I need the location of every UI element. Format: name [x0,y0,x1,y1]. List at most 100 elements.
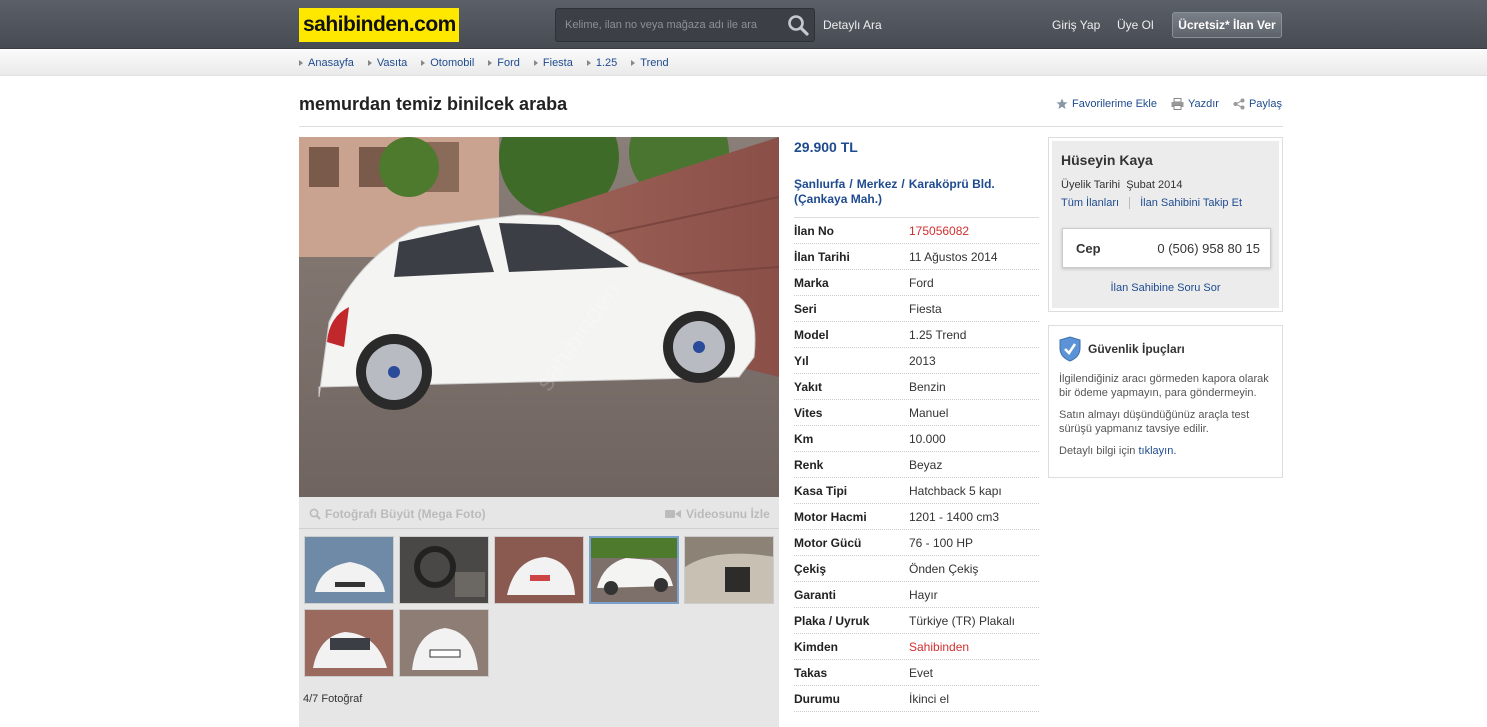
zoom-icon [309,508,321,520]
safety-header: Güvenlik İpuçları [1059,336,1272,362]
spec-row: Vites Manuel [794,400,1039,426]
ask-seller-link[interactable]: İlan Sahibine Soru Sor [1052,282,1279,294]
spec-value: 76 - 100 HP [909,535,974,550]
spec-label: Garanti [794,587,837,602]
spec-value: Ford [909,275,934,290]
breadcrumb-item[interactable]: Vasıta [367,57,407,69]
safety-more-link[interactable]: tıklayın. [1138,445,1176,457]
breadcrumb-item[interactable]: Ford [488,57,520,69]
favorite-button[interactable]: Favorilerime Ekle [1056,98,1157,110]
all-listings-link[interactable]: Tüm İlanları [1061,197,1119,209]
breadcrumb-item[interactable]: Trend [631,57,669,69]
thumbnail[interactable] [684,536,774,604]
spec-value: Manuel [909,405,949,420]
spec-row: Renk Beyaz [794,452,1039,478]
print-button[interactable]: Yazdır [1171,98,1219,110]
search-input[interactable] [556,9,781,41]
spec-row: Plaka / Uyruk Türkiye (TR) Plakalı [794,608,1039,634]
spec-value: Evet [909,665,934,680]
spec-value: Türkiye (TR) Plakalı [909,613,1016,628]
breadcrumb-item[interactable]: Anasayfa [299,57,354,69]
thumbnail-gallery: 4/7 Fotoğraf [299,529,779,727]
breadcrumb-item[interactable]: Fiesta [533,57,573,69]
spec-row: Kasa Tipi Hatchback 5 kapı [794,478,1039,504]
share-icon [1233,98,1245,110]
listing-title: memurdan temiz binilcek araba [299,94,568,114]
spec-row: İlan Tarihi 11 Ağustos 2014 [794,244,1039,270]
thumbnail-active[interactable] [589,536,679,604]
star-icon [1056,98,1068,109]
location-area-link[interactable]: Karaköprü Bld. [909,177,995,191]
spec-value: Hayır [909,587,938,602]
spec-value: Beyaz [909,457,943,472]
spec-label: Plaka / Uyruk [794,613,870,628]
breadcrumb-item[interactable]: Otomobil [421,57,474,69]
location-city-link[interactable]: Şanlıurfa [794,177,845,191]
spec-label: Kimden [794,639,839,654]
thumbnail[interactable] [494,536,584,604]
location-district-link[interactable]: Merkez [857,177,898,191]
divider [1129,197,1131,209]
spec-value: Önden Çekiş [909,561,979,576]
spec-label: Çekiş [794,561,827,576]
watch-video-button[interactable]: Videosunu İzle [665,507,770,521]
phone-label: Cep [1076,241,1101,256]
thumbnail[interactable] [399,536,489,604]
video-camera-icon [665,510,681,518]
seller-links: Tüm İlanları İlan Sahibini Takip Et [1061,197,1242,209]
arrow-right-icon [631,60,636,66]
thumbnail[interactable] [399,609,489,677]
spec-row: Seri Fiesta [794,296,1039,322]
breadcrumb-item[interactable]: 1.25 [586,57,617,69]
listing-actions: Favorilerime Ekle Yazdır Paylaş [1042,98,1282,110]
thumbnail[interactable] [304,536,394,604]
spec-table: İlan No 175056082 İlan Tarihi 11 Ağustos 20… [794,217,1039,712]
login-link[interactable]: Giriş Yap [1052,18,1100,32]
advanced-search-link[interactable]: Detaylı Ara [823,18,882,32]
spec-label: Durumu [794,691,840,706]
spec-label: Marka [794,275,829,290]
spec-row: Km 10.000 [794,426,1039,452]
listing-info: 29.900 TL Şanlıurfa / Merkez / Karaköprü Bld… [794,137,1039,712]
spec-value: 2013 [909,353,936,368]
seller-box: Hüseyin Kaya Üyelik Tarihi Şubat 2014 Tü… [1048,137,1283,312]
arrow-right-icon [299,60,303,66]
site-logo[interactable]: sahibinden.com [299,8,459,42]
spec-row: Yakıt Benzin [794,374,1039,400]
seller-name: Hüseyin Kaya [1061,152,1153,168]
shield-icon [1059,336,1081,362]
spec-value: 175056082 [909,223,970,238]
photo-counter: 4/7 Fotoğraf [303,693,363,705]
spec-value: Fiesta [909,301,942,316]
spec-label: Yakıt [794,379,823,394]
enlarge-photo-button[interactable]: Fotoğrafı Büyüt (Mega Foto) [309,507,486,521]
phone-number[interactable]: 0 (506) 958 80 15 [1157,241,1260,256]
search-icon[interactable] [786,13,810,37]
register-link[interactable]: Üye Ol [1117,18,1154,32]
share-button[interactable]: Paylaş [1233,98,1282,110]
top-navbar: sahibinden.com Detaylı Ara Giriş Yap Üye… [0,0,1487,49]
post-listing-button[interactable]: Ücretsiz* İlan Ver [1172,12,1282,38]
spec-label: Renk [794,457,824,472]
photo-toolbar: Fotoğrafı Büyüt (Mega Foto) Videosunu İz… [299,497,779,529]
spec-row: Garanti Hayır [794,582,1039,608]
price: 29.900 TL [794,139,858,155]
spec-row: Motor Hacmi 1201 - 1400 cm3 [794,504,1039,530]
spec-row: Takas Evet [794,660,1039,686]
arrow-right-icon [533,60,538,66]
spec-label: Yıl [794,353,809,368]
spec-value: 1201 - 1400 cm3 [909,509,1000,524]
thumbnail[interactable] [304,609,394,677]
spec-label: Kasa Tipi [794,483,848,498]
spec-row: Çekiş Önden Çekiş [794,556,1039,582]
safety-tip: İlgilendiğiniz aracı görmeden kapora ola… [1059,373,1269,399]
spec-value: Hatchback 5 kapı [909,483,1002,498]
safety-tip: Satın almayı düşündüğünüz araçla test sü… [1059,409,1250,435]
location-neighborhood-link[interactable]: (Çankaya Mah.) [794,192,882,206]
follow-seller-link[interactable]: İlan Sahibini Takip Et [1140,197,1242,209]
spec-label: Model [794,327,829,342]
member-since: Üyelik Tarihi Şubat 2014 [1061,179,1183,191]
main-photo[interactable]: sahibinden [299,137,779,497]
spec-value: 10.000 [909,431,946,446]
search-box [555,8,815,42]
